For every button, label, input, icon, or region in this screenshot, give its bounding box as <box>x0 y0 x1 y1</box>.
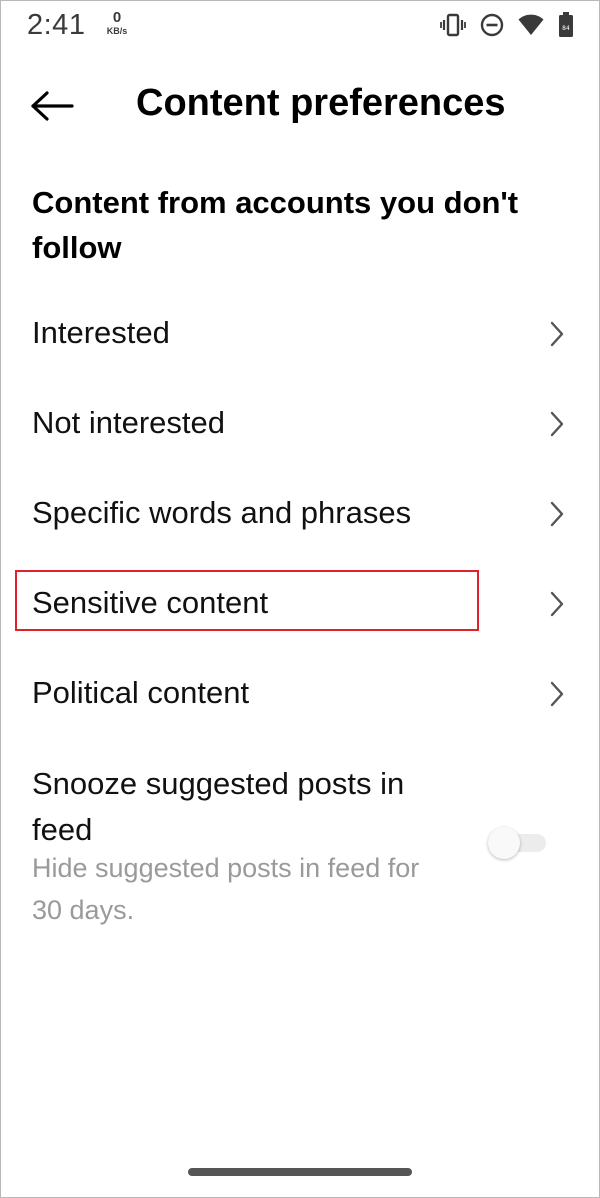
toggle-thumb <box>488 827 520 859</box>
status-time: 2:41 <box>27 9 86 41</box>
do-not-disturb-icon <box>480 13 504 37</box>
row-label: Specific words and phrases <box>32 495 412 530</box>
row-label: Sensitive content <box>32 585 269 620</box>
chevron-right-icon <box>550 321 564 347</box>
back-button[interactable] <box>22 82 82 130</box>
snooze-toggle[interactable] <box>488 826 548 860</box>
network-speed-unit: KB/s <box>106 26 128 36</box>
row-specific-words[interactable]: Specific words and phrases <box>0 470 600 560</box>
status-icons: 84 <box>440 12 574 38</box>
network-speed: 0 KB/s <box>101 10 133 36</box>
app-header: Content preferences <box>0 70 600 142</box>
row-label: Not interested <box>32 405 225 440</box>
vibrate-icon <box>440 13 466 37</box>
chevron-right-icon <box>550 501 564 527</box>
back-arrow-icon <box>31 91 74 121</box>
row-political-content[interactable]: Political content <box>0 650 600 740</box>
chevron-right-icon <box>550 681 564 707</box>
preferences-list: Interested Not interested Specific words… <box>0 290 600 740</box>
battery-level: 84 <box>562 25 570 32</box>
row-sensitive-content[interactable]: Sensitive content <box>0 560 600 650</box>
snooze-title: Snooze suggested posts in feed <box>32 766 405 847</box>
row-label: Interested <box>32 315 170 350</box>
page-title: Content preferences <box>136 82 506 124</box>
row-label: Political content <box>32 675 250 710</box>
wifi-icon <box>518 14 544 36</box>
snooze-subtitle: Hide suggested posts in feed for 30 days… <box>32 853 420 925</box>
section-heading: Content from accounts you don't follow <box>32 185 519 265</box>
home-gesture-bar[interactable] <box>188 1168 412 1176</box>
battery-icon: 84 <box>558 12 574 38</box>
network-speed-value: 0 <box>112 9 122 26</box>
chevron-right-icon <box>550 591 564 617</box>
row-not-interested[interactable]: Not interested <box>0 380 600 470</box>
snooze-setting: Snooze suggested posts in feed Hide sugg… <box>0 755 600 935</box>
status-bar: 2:41 0 KB/s 84 <box>0 0 600 52</box>
chevron-right-icon <box>550 411 564 437</box>
row-interested[interactable]: Interested <box>0 290 600 380</box>
